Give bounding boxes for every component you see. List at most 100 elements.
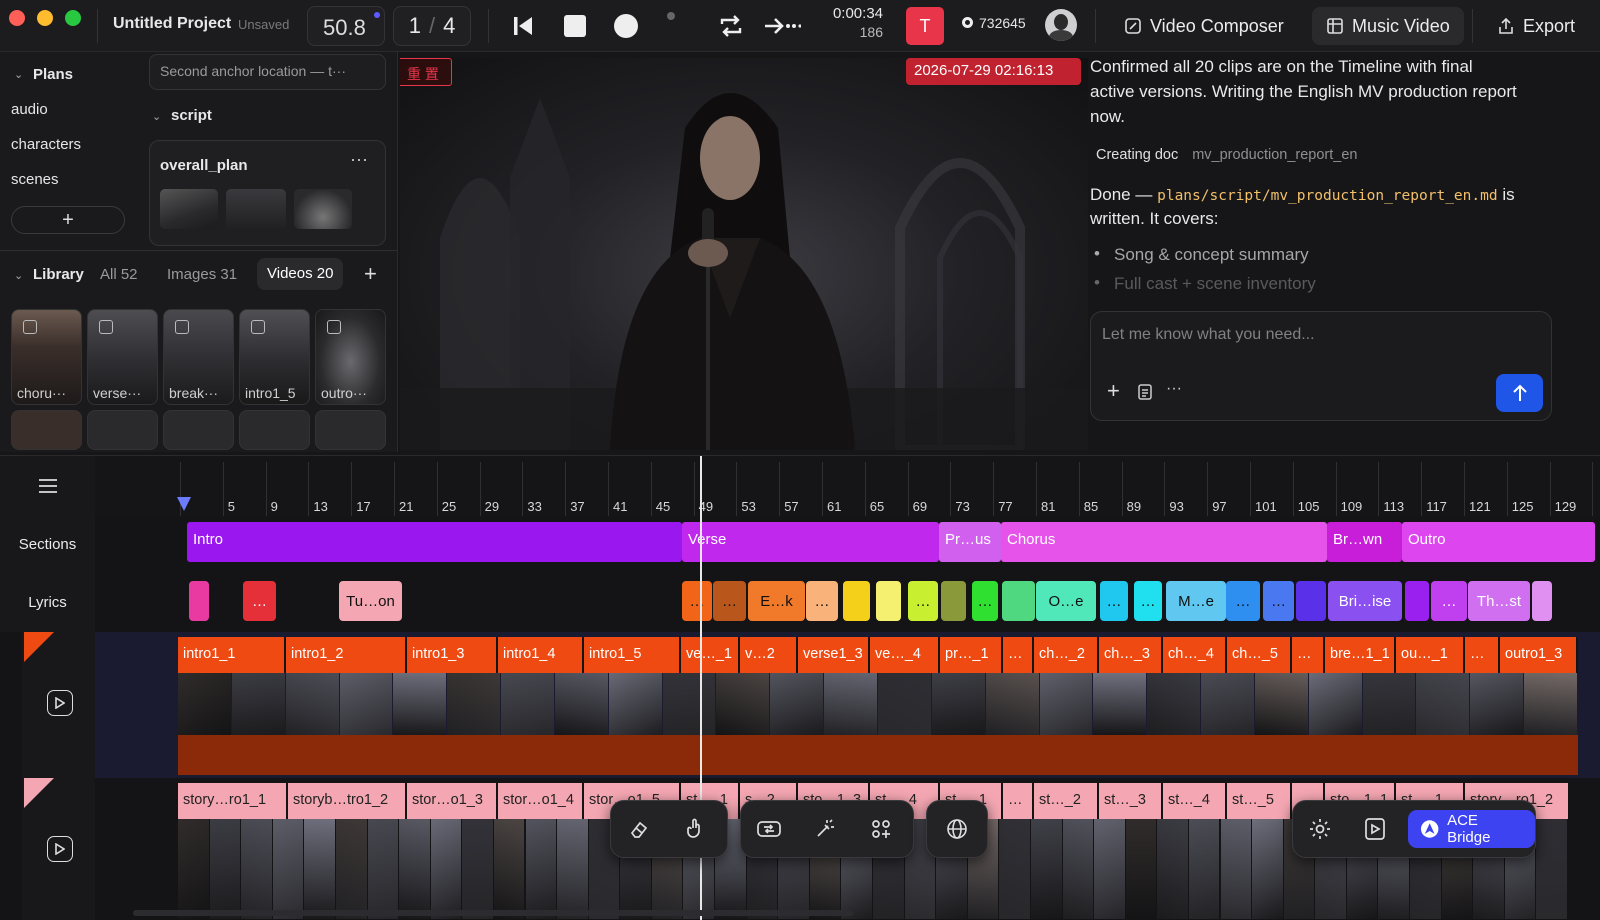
- library-thumb-bridge[interactable]: break···: [163, 309, 234, 405]
- lyric-block[interactable]: E…k: [748, 581, 805, 621]
- account-avatar[interactable]: [1045, 9, 1077, 41]
- lyric-block[interactable]: …: [806, 581, 838, 621]
- library-chevron-icon[interactable]: ⌄: [14, 269, 23, 282]
- plans-chevron-icon[interactable]: ⌄: [14, 68, 23, 81]
- lyric-block[interactable]: …: [1226, 581, 1260, 621]
- document-icon[interactable]: [1137, 384, 1153, 400]
- video-clip[interactable]: outro1_3: [1500, 637, 1578, 673]
- chat-input[interactable]: Let me know what you need...: [1102, 326, 1315, 344]
- library-thumb[interactable]: [11, 410, 82, 450]
- minimize-window-button[interactable]: [37, 10, 53, 26]
- lyric-block[interactable]: [843, 581, 870, 621]
- anchor-location-input[interactable]: Second anchor location — t···: [149, 54, 386, 90]
- video-clip[interactable]: ve…_1: [681, 637, 740, 673]
- send-button[interactable]: [1496, 374, 1543, 412]
- lyric-block[interactable]: M…e: [1166, 581, 1226, 621]
- library-thumb-intro1-5[interactable]: intro1_5: [239, 309, 310, 405]
- lyric-block[interactable]: …: [1263, 581, 1294, 621]
- lyric-block[interactable]: [1405, 581, 1429, 621]
- lyric-block[interactable]: …: [1431, 581, 1467, 621]
- tab-music-video[interactable]: Music Video: [1312, 7, 1464, 45]
- add-plan-button[interactable]: +: [11, 206, 125, 234]
- filter-all[interactable]: All 52: [100, 266, 138, 283]
- section-block[interactable]: Intro: [187, 522, 682, 562]
- library-thumb[interactable]: [163, 410, 234, 450]
- horizontal-scrollbar[interactable]: [133, 910, 853, 916]
- lyrics-track[interactable]: … Tu…on…… E…k……… O…e…… M…e…… Bri…ise… Th…st: [95, 572, 1600, 632]
- library-header[interactable]: Library: [33, 266, 84, 283]
- export-button[interactable]: Export: [1487, 7, 1585, 45]
- video-clip[interactable]: v…2: [740, 637, 798, 673]
- video-clip[interactable]: pr…_1: [940, 637, 1003, 673]
- storyboard-clip[interactable]: storyb…tro1_2: [288, 783, 407, 819]
- storyboard-clip[interactable]: stor…o1_3: [407, 783, 498, 819]
- lyric-block[interactable]: …: [682, 581, 712, 621]
- lyric-block[interactable]: [1296, 581, 1326, 621]
- maximize-window-button[interactable]: [65, 10, 81, 26]
- lyric-block[interactable]: [941, 581, 966, 621]
- swap-tool-button[interactable]: [741, 800, 797, 858]
- hand-tool-button[interactable]: [667, 800, 723, 858]
- attach-plus-icon[interactable]: +: [1107, 378, 1120, 404]
- storyboard-clip[interactable]: st…_2: [1034, 783, 1099, 819]
- more-options-icon[interactable]: ···: [1166, 380, 1182, 398]
- library-thumb[interactable]: [87, 410, 158, 450]
- video-clip[interactable]: ch…_4: [1163, 637, 1227, 673]
- eraser-tool-button[interactable]: [611, 800, 667, 858]
- lyric-block[interactable]: …: [243, 581, 276, 621]
- done-path-link[interactable]: plans/script/mv_production_report_en.md: [1157, 188, 1497, 204]
- globe-button[interactable]: [927, 800, 987, 858]
- user-avatar[interactable]: T: [906, 7, 944, 45]
- video-clip[interactable]: bre…1_1: [1325, 637, 1396, 673]
- library-thumb-verse[interactable]: verse···: [87, 309, 158, 405]
- settings-button[interactable]: [1293, 800, 1347, 858]
- video-clips-row[interactable]: intro1_1 intro1_2 intro1_3 intro1_4 intro1_5…: [0, 637, 1600, 673]
- video-clip[interactable]: ve…_4: [870, 637, 940, 673]
- video-clip[interactable]: intro1_2: [286, 637, 407, 673]
- preview-player-button[interactable]: [1347, 800, 1401, 858]
- reset-badge[interactable]: 重 置: [400, 58, 452, 86]
- add-asset-button[interactable]: +: [364, 261, 377, 287]
- library-thumb-outro[interactable]: outro···: [315, 309, 386, 405]
- lyric-block[interactable]: …: [1100, 581, 1128, 621]
- section-block[interactable]: Chorus: [1001, 522, 1327, 562]
- storyboard-clip[interactable]: st…_5: [1227, 783, 1292, 819]
- video-track-icon[interactable]: [47, 690, 73, 716]
- storyboard-track-icon[interactable]: [47, 836, 73, 862]
- lyric-block[interactable]: …: [972, 581, 998, 621]
- lyric-block[interactable]: Th…st: [1468, 581, 1530, 621]
- filter-images[interactable]: Images 31: [167, 266, 237, 283]
- chat-input-box[interactable]: Let me know what you need... + ···: [1090, 311, 1552, 421]
- video-clip[interactable]: …: [1003, 637, 1034, 673]
- video-clip[interactable]: intro1_4: [498, 637, 584, 673]
- section-block[interactable]: Pr…us: [939, 522, 1001, 562]
- loop-button[interactable]: [714, 9, 748, 43]
- plan-item-scenes[interactable]: scenes: [11, 171, 59, 188]
- time-ruler[interactable]: 5 9 13 17 21 25 29 33 37 41 45 49 53 57 61 65 69 73 77 81 85…: [95, 456, 1600, 516]
- section-block[interactable]: Verse: [682, 522, 939, 562]
- video-clip[interactable]: intro1_3: [407, 637, 498, 673]
- magic-wand-button[interactable]: [797, 800, 853, 858]
- filter-videos[interactable]: Videos 20: [257, 258, 344, 290]
- video-clip[interactable]: verse1_3: [798, 637, 870, 673]
- section-block[interactable]: Br…wn: [1327, 522, 1402, 562]
- storyboard-clip[interactable]: st…_4: [1163, 783, 1227, 819]
- storyboard-clip[interactable]: …: [1003, 783, 1034, 819]
- video-clip[interactable]: ou…_1: [1396, 637, 1465, 673]
- close-window-button[interactable]: [9, 10, 25, 26]
- lyric-block[interactable]: …: [713, 581, 746, 621]
- video-clip[interactable]: …: [1292, 637, 1325, 673]
- stop-button[interactable]: [559, 10, 591, 42]
- storyboard-clip[interactable]: st…_3: [1099, 783, 1163, 819]
- video-clip[interactable]: …: [1465, 637, 1500, 673]
- tab-video-composer[interactable]: Video Composer: [1110, 7, 1298, 45]
- lyric-block[interactable]: [876, 581, 901, 621]
- lyric-block[interactable]: …: [908, 581, 938, 621]
- add-shape-button[interactable]: [853, 800, 909, 858]
- library-thumb[interactable]: [315, 410, 386, 450]
- sections-track[interactable]: Intro Verse Pr…us Chorus Br…wn Outro: [95, 522, 1600, 566]
- plan-item-characters[interactable]: characters: [11, 136, 81, 153]
- lyric-block[interactable]: [1002, 581, 1035, 621]
- video-clip[interactable]: ch…_3: [1099, 637, 1163, 673]
- ace-bridge-button[interactable]: ACE Bridge: [1407, 810, 1535, 848]
